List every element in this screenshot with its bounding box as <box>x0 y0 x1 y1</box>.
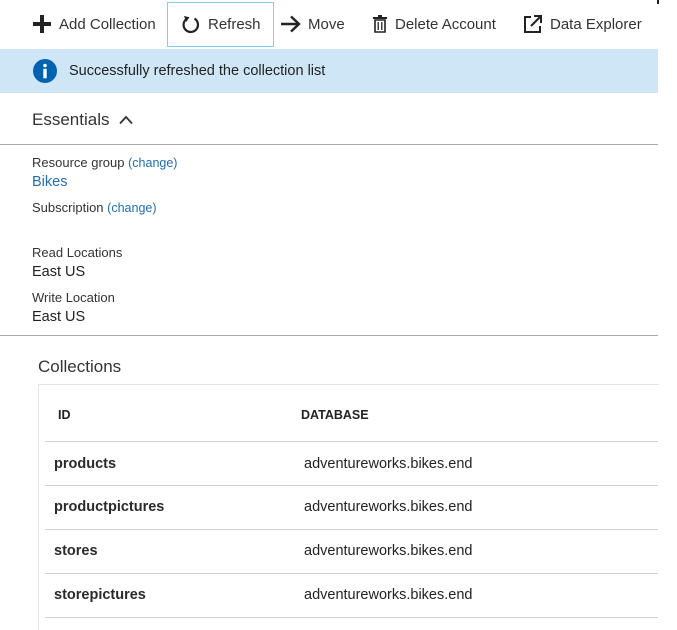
resource-group-row: Resource group (change) <box>32 155 177 170</box>
data-explorer-button[interactable]: Data Explorer <box>522 3 642 45</box>
row-database: adventureworks.bikes.end <box>304 499 473 515</box>
essentials-title: Essentials <box>32 110 110 129</box>
cosmos-account-blade: Add Collection Refresh Move Delete Accou… <box>0 0 659 630</box>
move-button[interactable]: Move <box>280 3 345 45</box>
move-label: Move <box>308 15 345 33</box>
resource-group-change-link[interactable]: (change) <box>128 156 177 170</box>
subscription-row: Subscription (change) <box>32 200 157 215</box>
arrow-right-icon <box>280 13 302 35</box>
subscription-change-link[interactable]: (change) <box>107 201 156 215</box>
read-locations-value: East US <box>32 264 86 280</box>
trash-icon <box>371 13 389 35</box>
refresh-icon <box>180 14 202 36</box>
essentials-toggle[interactable]: Essentials <box>32 110 134 130</box>
write-location-label: Write Location <box>32 290 115 305</box>
external-link-icon <box>522 13 544 35</box>
column-header-database[interactable]: DATABASE <box>301 408 369 422</box>
refresh-label: Refresh <box>208 16 261 33</box>
row-database: adventureworks.bikes.end <box>304 587 473 603</box>
read-locations-label: Read Locations <box>32 245 123 260</box>
subscription-label: Subscription <box>32 200 104 215</box>
collections-title: Collections <box>38 357 122 376</box>
row-database: adventureworks.bikes.end <box>304 543 473 559</box>
resource-group-value-link[interactable]: Bikes <box>32 174 67 190</box>
resource-group-label: Resource group <box>32 155 125 170</box>
divider <box>0 335 658 336</box>
data-explorer-label: Data Explorer <box>550 15 642 33</box>
chevron-up-icon <box>119 115 134 125</box>
column-header-id[interactable]: ID <box>58 408 71 422</box>
row-id: storepictures <box>54 587 146 603</box>
row-database: adventureworks.bikes.end <box>304 456 473 472</box>
window-edge <box>657 0 659 4</box>
write-location-value: East US <box>32 309 86 325</box>
notification-bar: Successfully refreshed the collection li… <box>0 49 658 93</box>
refresh-button[interactable]: Refresh <box>167 2 274 47</box>
add-collection-label: Add Collection <box>59 15 156 33</box>
row-id: products <box>54 456 117 472</box>
delete-account-label: Delete Account <box>395 15 496 33</box>
delete-account-button[interactable]: Delete Account <box>371 3 496 45</box>
row-id: productpictures <box>54 499 165 515</box>
add-collection-button[interactable]: Add Collection <box>31 3 156 45</box>
table-divider <box>45 617 658 618</box>
row-id: stores <box>54 543 98 559</box>
notification-message: Successfully refreshed the collection li… <box>69 63 326 79</box>
command-toolbar: Add Collection Refresh Move Delete Accou… <box>0 0 658 48</box>
info-icon <box>33 59 57 83</box>
plus-icon <box>31 13 53 35</box>
divider <box>0 144 658 145</box>
